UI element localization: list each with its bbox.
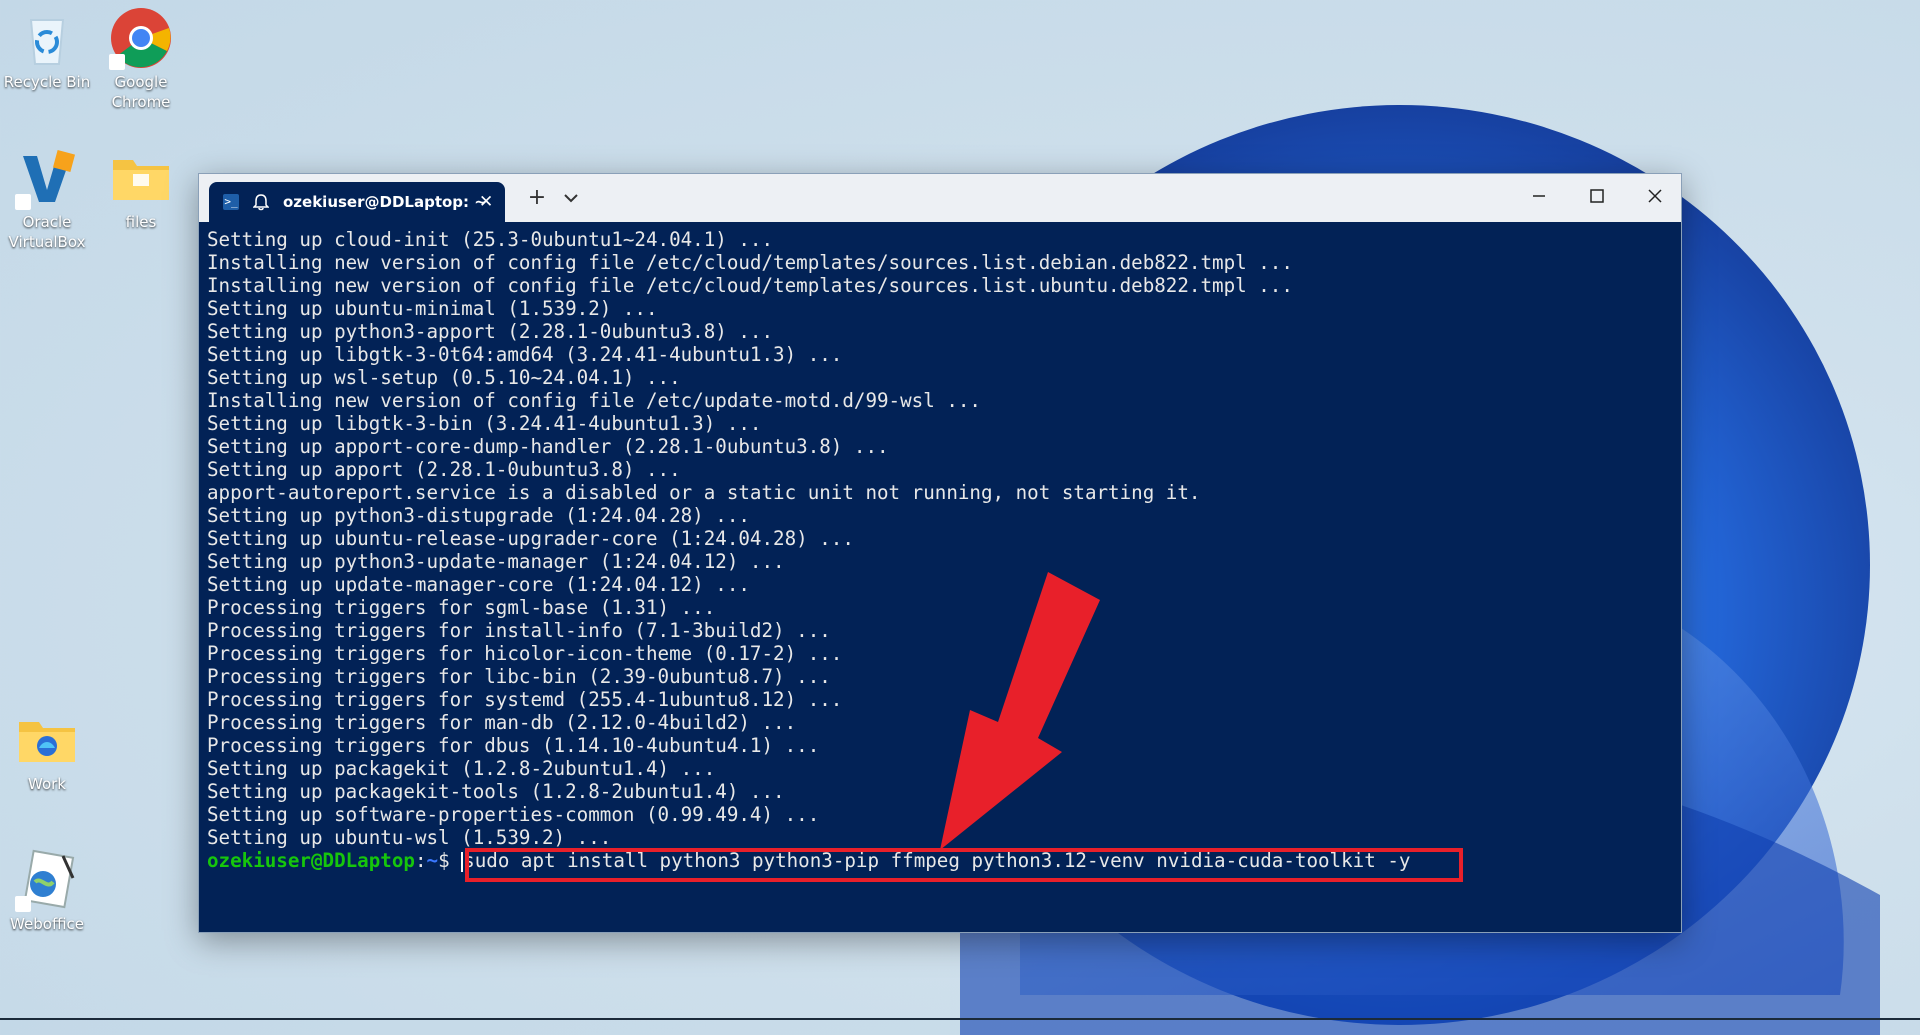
output-line: Installing new version of config file /e… xyxy=(207,274,1293,297)
weboffice-icon xyxy=(15,848,79,912)
close-window-button[interactable] xyxy=(1627,174,1683,218)
title-bar[interactable]: >_ ozekiuser@DDLaptop: ~ ✕ + xyxy=(199,174,1681,222)
chevron-down-icon[interactable] xyxy=(559,186,583,210)
desktop-icon-work[interactable]: Work xyxy=(0,708,94,794)
tab-title: ozekiuser@DDLaptop: ~ xyxy=(283,193,487,211)
minimize-button[interactable] xyxy=(1511,174,1567,218)
desktop-icon-label: Oracle VirtualBox xyxy=(8,213,86,251)
folder-icon xyxy=(15,708,79,772)
desktop-icon-label: Work xyxy=(28,775,66,793)
output-line: Setting up libgtk-3-0t64:amd64 (3.24.41-… xyxy=(207,343,843,366)
bell-icon xyxy=(253,194,269,211)
desktop-icon-label: Weboffice xyxy=(10,915,84,933)
output-line: Setting up libgtk-3-bin (3.24.41-4ubuntu… xyxy=(207,412,762,435)
shortcut-arrow-icon xyxy=(109,54,125,70)
output-line: Installing new version of config file /e… xyxy=(207,389,981,412)
close-tab-icon[interactable]: ✕ xyxy=(479,192,493,212)
powershell-icon: >_ xyxy=(223,194,239,210)
prompt-symbol: $ xyxy=(438,849,462,872)
desktop-icon-recycle-bin[interactable]: Recycle Bin xyxy=(0,6,94,92)
chrome-icon xyxy=(109,6,173,70)
recycle-bin-icon xyxy=(15,6,79,70)
prompt-user-host: ozekiuser@DDLaptop xyxy=(207,849,415,872)
output-line: Setting up apport-core-dump-handler (2.2… xyxy=(207,435,889,458)
virtualbox-icon xyxy=(15,146,79,210)
maximize-button[interactable] xyxy=(1569,174,1625,218)
output-line: Setting up wsl-setup (0.5.10~24.04.1) ..… xyxy=(207,366,681,389)
desktop-icon-label: files xyxy=(125,213,157,231)
output-line: Setting up ubuntu-minimal (1.539.2) ... xyxy=(207,297,658,320)
desktop-icon-oracle-virtualbox[interactable]: Oracle VirtualBox xyxy=(0,146,94,252)
shortcut-arrow-icon xyxy=(15,194,31,210)
desktop-icon-google-chrome[interactable]: Google Chrome xyxy=(94,6,188,112)
desktop-icon-files[interactable]: files xyxy=(94,146,188,232)
desktop-icon-label: Google Chrome xyxy=(111,73,171,111)
output-line: Setting up python3-distupgrade (1:24.04.… xyxy=(207,504,750,527)
output-line: Setting up apport (2.28.1-0ubuntu3.8) ..… xyxy=(207,458,681,481)
output-line: Setting up cloud-init (25.3-0ubuntu1~24.… xyxy=(207,228,774,251)
prompt-path: ~ xyxy=(426,849,439,872)
output-line: Setting up python3-apport (2.28.1-0ubunt… xyxy=(207,320,774,343)
shortcut-arrow-icon xyxy=(15,896,31,912)
terminal-tab[interactable]: >_ ozekiuser@DDLaptop: ~ ✕ xyxy=(209,182,505,222)
folder-icon xyxy=(109,146,173,210)
output-line: Installing new version of config file /e… xyxy=(207,251,1293,274)
desktop-icon-weboffice[interactable]: Weboffice xyxy=(0,848,94,934)
output-line: Setting up ubuntu-release-upgrader-core … xyxy=(207,527,854,550)
red-arrow-annotation xyxy=(940,572,1100,850)
desktop-icon-label: Recycle Bin xyxy=(3,73,91,91)
output-line: apport-autoreport.service is a disabled … xyxy=(207,481,1201,504)
new-tab-button[interactable]: + xyxy=(523,184,551,212)
